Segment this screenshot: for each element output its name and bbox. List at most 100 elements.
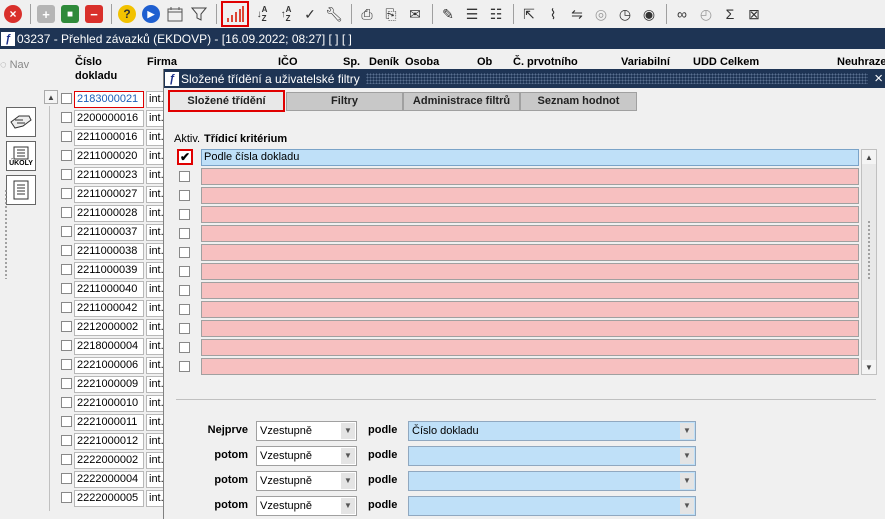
firm-cell[interactable]: int. — [146, 452, 164, 469]
sort-desc-icon[interactable]: ↑ A Z — [275, 3, 297, 25]
col-variabilni[interactable]: Variabilní — [621, 56, 670, 68]
firm-cell[interactable]: int. — [146, 338, 164, 355]
firm-cell[interactable]: int. — [146, 357, 164, 374]
criterion-field[interactable] — [201, 339, 859, 356]
row-checkbox[interactable] — [61, 473, 72, 484]
document-number[interactable]: 2183000021 — [74, 91, 144, 108]
criteria-scrollbar[interactable]: ▲ ▼ — [861, 149, 877, 375]
splitter-grip[interactable] — [4, 189, 8, 279]
sort-field-select[interactable]: ▼ — [408, 471, 696, 491]
firm-cell[interactable]: int. — [146, 148, 164, 165]
criterion-active-checkbox[interactable] — [179, 304, 190, 315]
tab-filtry[interactable]: Filtry — [286, 92, 403, 111]
criterion-field[interactable] — [201, 320, 859, 337]
document-icon[interactable] — [6, 175, 36, 205]
col-firma[interactable]: Firma — [147, 56, 177, 68]
table-row[interactable]: 2211000020 int. — [44, 147, 164, 166]
table-row[interactable]: 2221000009 int. — [44, 375, 164, 394]
firm-cell[interactable]: int. — [146, 262, 164, 279]
col-cislo[interactable]: Číslo — [75, 56, 102, 68]
table-row[interactable]: 2222000004 int. — [44, 470, 164, 489]
table-row[interactable]: 2211000040 int. — [44, 280, 164, 299]
document-number[interactable]: 2221000010 — [74, 395, 144, 412]
row-checkbox[interactable] — [61, 112, 72, 123]
globe-icon[interactable]: ◎ — [590, 3, 612, 25]
table-row[interactable]: 2183000021 int. — [44, 90, 164, 109]
row-checkbox[interactable] — [61, 93, 72, 104]
sort-field-select[interactable]: Číslo dokladu ▼ — [408, 421, 696, 441]
table-row[interactable]: 2211000027 int. — [44, 185, 164, 204]
clock-icon[interactable]: ◴ — [695, 3, 717, 25]
table-row[interactable]: 2211000016 int. — [44, 128, 164, 147]
chevron-down-icon[interactable]: ▼ — [341, 498, 355, 514]
criterion-field[interactable] — [201, 282, 859, 299]
chevron-down-icon[interactable]: ▼ — [341, 423, 355, 439]
firm-cell[interactable]: int. — [146, 490, 164, 507]
sort-field-select[interactable]: ▼ — [408, 496, 696, 516]
tab-seznam-hodnot[interactable]: Seznam hodnot — [520, 92, 637, 111]
table-row[interactable]: 2221000011 int. — [44, 413, 164, 432]
table-row[interactable]: 2222000002 int. — [44, 451, 164, 470]
wrench-icon[interactable]: 🔧︎ — [323, 3, 345, 25]
criterion-active-checkbox[interactable]: ✔ — [177, 149, 193, 165]
document-number[interactable]: 2221000012 — [74, 433, 144, 450]
document-number[interactable]: 2218000004 — [74, 338, 144, 355]
table-row[interactable]: 2218000004 int. — [44, 337, 164, 356]
col-ico[interactable]: IČO — [278, 56, 298, 68]
row-checkbox[interactable] — [61, 169, 72, 180]
table-row[interactable]: 2211000042 int. — [44, 299, 164, 318]
export-icon[interactable]: ⇱ — [518, 3, 540, 25]
col-dokladu[interactable]: dokladu — [75, 70, 117, 82]
firm-cell[interactable]: int. — [146, 319, 164, 336]
chevron-down-icon[interactable]: ▼ — [680, 498, 694, 514]
row-checkbox[interactable] — [61, 131, 72, 142]
edit-icon[interactable]: ✎ — [437, 3, 459, 25]
tab-administrace-filtru[interactable]: Administrace filtrů — [403, 92, 520, 111]
col-sp[interactable]: Sp. — [343, 56, 360, 68]
eye-icon[interactable]: ◉ — [638, 3, 660, 25]
table-row[interactable]: 2211000039 int. — [44, 261, 164, 280]
col-ob[interactable]: Ob — [477, 56, 492, 68]
row-checkbox[interactable] — [61, 454, 72, 465]
firm-cell[interactable]: int. — [146, 433, 164, 450]
row-checkbox[interactable] — [61, 378, 72, 389]
criterion-active-checkbox[interactable] — [179, 342, 190, 353]
row-checkbox[interactable] — [61, 397, 72, 408]
row-checkbox[interactable] — [61, 340, 72, 351]
document-number[interactable]: 2211000042 — [74, 300, 144, 317]
sum-icon[interactable]: Σ — [719, 3, 741, 25]
criterion-active-checkbox[interactable] — [179, 361, 190, 372]
table-row[interactable]: 2212000002 int. — [44, 318, 164, 337]
firm-cell[interactable]: int. — [146, 224, 164, 241]
document-number[interactable]: 2222000004 — [74, 471, 144, 488]
col-osoba[interactable]: Osoba — [405, 56, 439, 68]
criterion-active-checkbox[interactable] — [179, 266, 190, 277]
help-icon[interactable]: ? — [116, 3, 138, 25]
glasses-icon[interactable]: ∞ — [671, 3, 693, 25]
row-checkbox[interactable] — [61, 321, 72, 332]
document-number[interactable]: 2211000039 — [74, 262, 144, 279]
calendar-icon[interactable] — [164, 3, 186, 25]
compass-icon[interactable]: ◷ — [614, 3, 636, 25]
print-preview-icon[interactable]: ⎘ — [380, 3, 402, 25]
criterion-active-checkbox[interactable] — [179, 228, 190, 239]
firm-cell[interactable]: int. — [146, 91, 164, 108]
row-checkbox[interactable] — [61, 435, 72, 446]
save-icon[interactable]: ■ — [59, 3, 81, 25]
sort-order-select[interactable]: Vzestupně ▼ — [256, 421, 357, 441]
close-icon[interactable]: × — [874, 71, 883, 86]
filter-icon[interactable] — [188, 3, 210, 25]
row-checkbox[interactable] — [61, 226, 72, 237]
criterion-active-checkbox[interactable] — [179, 190, 190, 201]
firm-cell[interactable]: int. — [146, 395, 164, 412]
table-row[interactable]: 2221000006 int. — [44, 356, 164, 375]
sort-order-select[interactable]: Vzestupně ▼ — [256, 471, 357, 491]
criterion-field[interactable] — [201, 225, 859, 242]
tab-slozene-trideni[interactable]: Složené třídění — [168, 90, 285, 112]
cancel-icon[interactable]: × — [2, 3, 24, 25]
row-checkbox[interactable] — [61, 416, 72, 427]
row-checkbox[interactable] — [61, 188, 72, 199]
scroll-up-icon[interactable]: ▲ — [862, 150, 876, 164]
criterion-field[interactable] — [201, 168, 859, 185]
hand-icon[interactable] — [6, 107, 36, 137]
